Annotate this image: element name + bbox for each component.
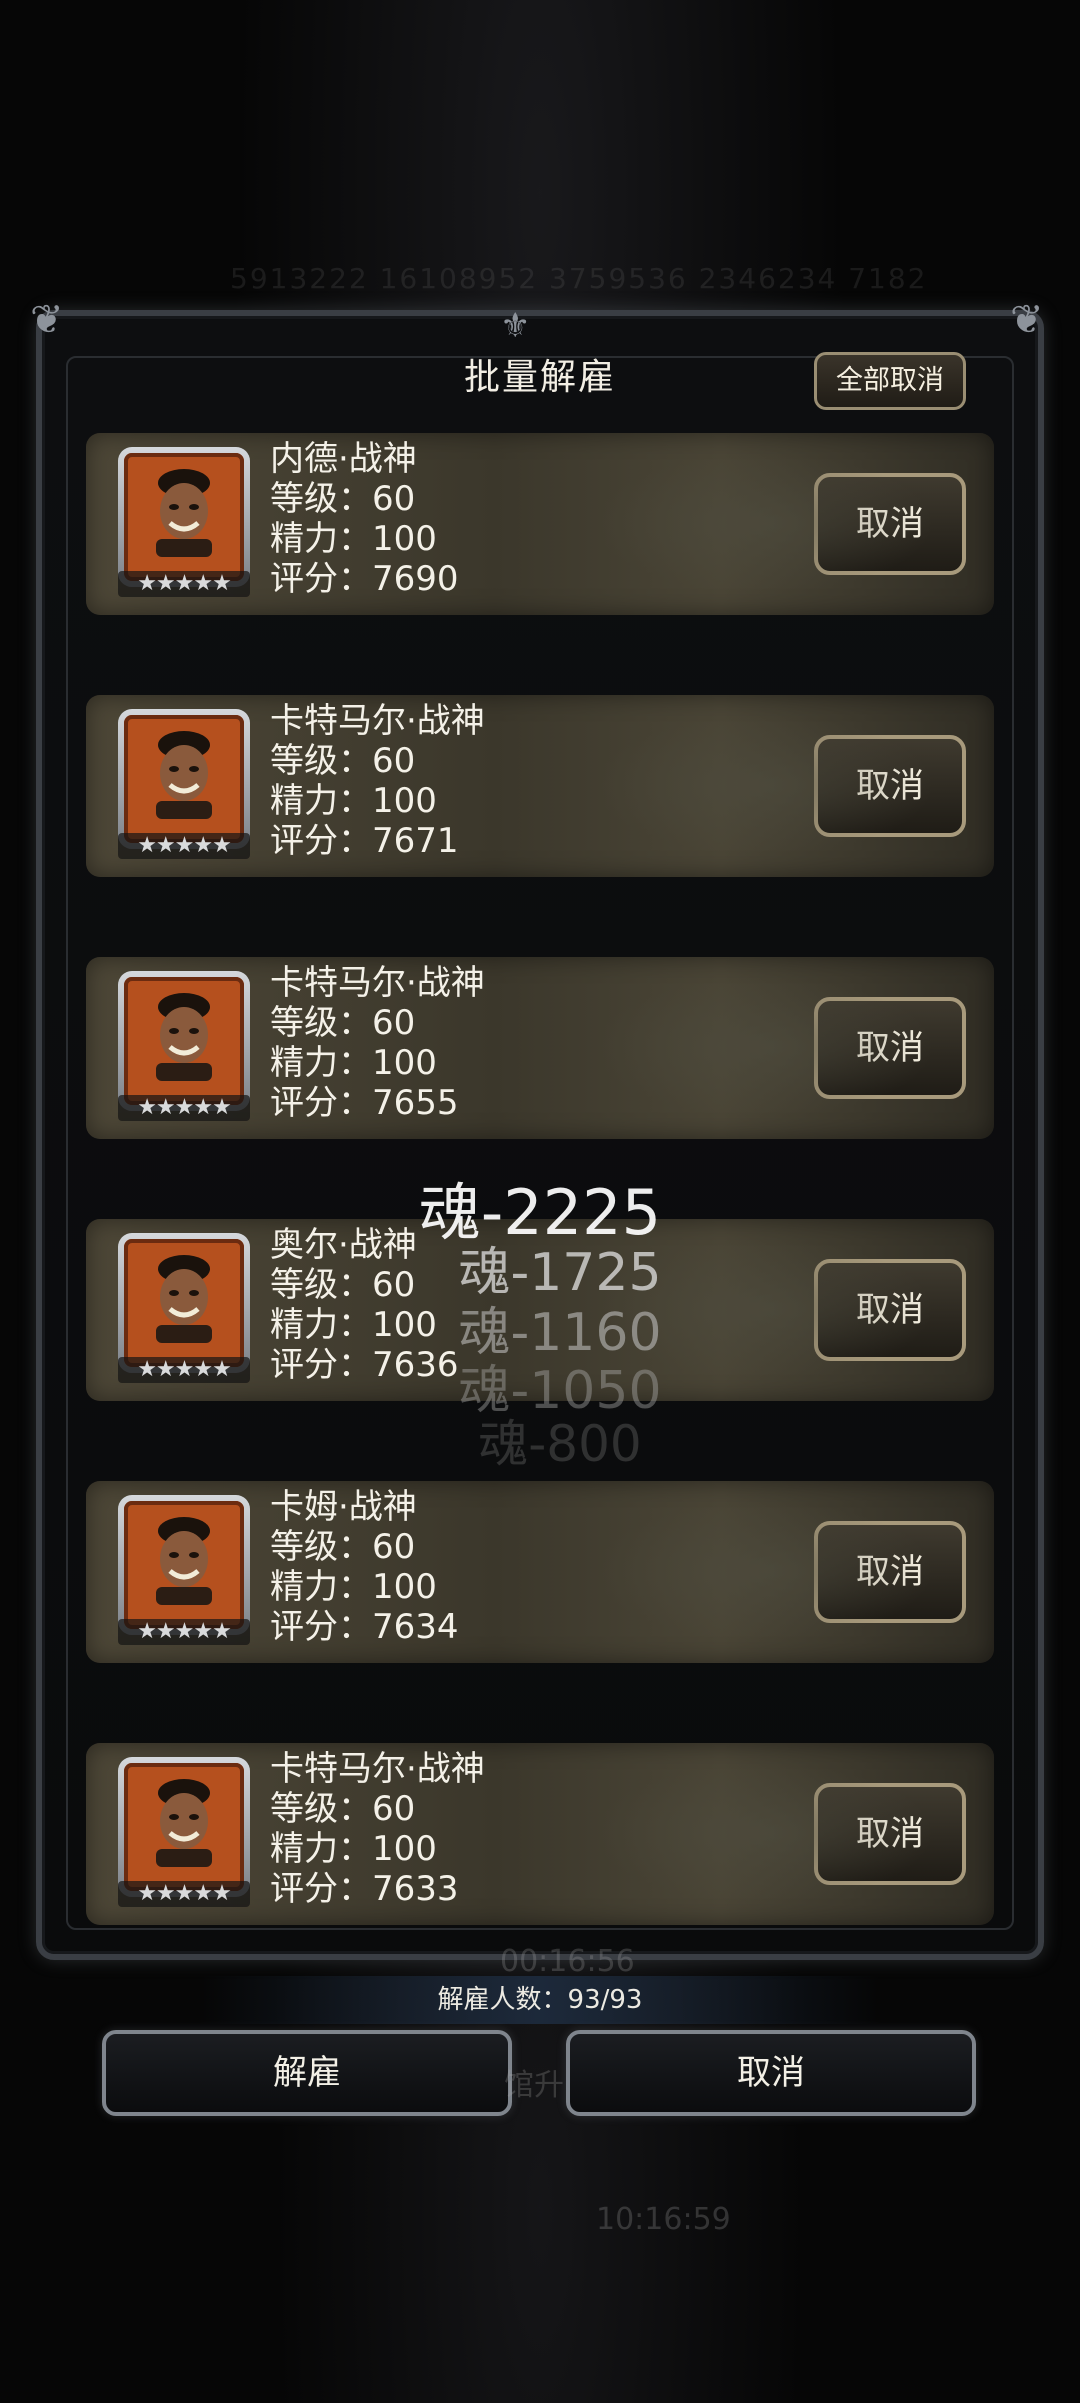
hero-face-icon [156, 1779, 212, 1867]
hero-name: 卡特马尔·战神 [270, 1749, 485, 1789]
hero-score: 评分：7655 [270, 1083, 459, 1123]
hero-level: 等级：60 [270, 479, 416, 519]
hero-portrait [118, 971, 250, 1111]
background-timer-2: 10:16:59 [596, 2202, 731, 2237]
avatar [124, 1763, 244, 1891]
hero-face-icon [156, 731, 212, 819]
star-rating: ★★★★★ [118, 1619, 250, 1645]
hero-info: 卡特马尔·战神 等级：60 精力：100 评分：7633 [270, 1749, 485, 1909]
cancel-button[interactable]: 取消 [814, 1521, 966, 1623]
hero-level: 等级：60 [270, 1003, 416, 1043]
cancel-button[interactable]: 取消 [814, 1783, 966, 1885]
hero-portrait [118, 1495, 250, 1635]
cancel-button[interactable]: 取消 [814, 735, 966, 837]
crest-ornament-icon: ⚜ [500, 306, 531, 346]
soul-popup: 魂-800 [478, 1415, 642, 1473]
corner-ornament-icon: ❦ [30, 297, 64, 343]
hero-level: 等级：60 [270, 1789, 416, 1829]
hero-name: 卡特马尔·战神 [270, 701, 485, 741]
star-rating: ★★★★★ [118, 1881, 250, 1907]
hero-energy: 精力：100 [270, 1043, 437, 1083]
background-stats-text: 5913222 16108952 3759536 2346234 7182 [230, 262, 928, 295]
hero-card: ★★★★★ 卡特马尔·战神 等级：60 精力：100 评分：7655 取消 [86, 957, 994, 1139]
hero-level: 等级：60 [270, 741, 416, 781]
background-timer: 00:16:56 [500, 1944, 635, 1979]
hero-portrait [118, 447, 250, 587]
hero-score: 评分：7690 [270, 559, 459, 599]
avatar [124, 715, 244, 843]
avatar [124, 1501, 244, 1629]
hero-card: ★★★★★ 卡特马尔·战神 等级：60 精力：100 评分：7633 取消 [86, 1743, 994, 1925]
hero-portrait [118, 1757, 250, 1897]
star-rating: ★★★★★ [118, 1095, 250, 1121]
hero-score: 评分：7671 [270, 821, 459, 861]
hero-info: 卡姆·战神 等级：60 精力：100 评分：7634 [270, 1487, 459, 1647]
hero-face-icon [156, 1517, 212, 1605]
hero-card: ★★★★★ 卡姆·战神 等级：60 精力：100 评分：7634 取消 [86, 1481, 994, 1663]
hero-info: 卡特马尔·战神 等级：60 精力：100 评分：7671 [270, 701, 485, 861]
hero-face-icon [156, 993, 212, 1081]
hero-card: ★★★★★ 卡特马尔·战神 等级：60 精力：100 评分：7671 取消 [86, 695, 994, 877]
hero-score: 评分：7633 [270, 1869, 459, 1909]
avatar [124, 453, 244, 581]
hero-level: 等级：60 [270, 1527, 416, 1567]
hero-info: 卡特马尔·战神 等级：60 精力：100 评分：7655 [270, 963, 485, 1123]
cancel-button[interactable]: 取消 [814, 997, 966, 1099]
dismiss-button[interactable]: 解雇 [102, 2030, 512, 2116]
cancel-button[interactable]: 取消 [814, 473, 966, 575]
hero-name: 内德·战神 [270, 439, 417, 479]
hero-portrait [118, 709, 250, 849]
hero-energy: 精力：100 [270, 1567, 437, 1607]
corner-ornament-icon: ❦ [1010, 297, 1044, 343]
background-partial-label: 馆升 [504, 2068, 564, 2103]
star-rating: ★★★★★ [118, 571, 250, 597]
hero-info: 内德·战神 等级：60 精力：100 评分：7690 [270, 439, 459, 599]
star-rating: ★★★★★ [118, 833, 250, 859]
hero-name: 卡姆·战神 [270, 1487, 417, 1527]
hero-energy: 精力：100 [270, 1829, 437, 1869]
close-button[interactable]: 取消 [566, 2030, 976, 2116]
avatar [124, 977, 244, 1105]
cancel-all-button[interactable]: 全部取消 [814, 352, 966, 410]
hero-face-icon [156, 469, 212, 557]
hero-energy: 精力：100 [270, 519, 437, 559]
hero-energy: 精力：100 [270, 781, 437, 821]
hero-score: 评分：7634 [270, 1607, 459, 1647]
hero-name: 卡特马尔·战神 [270, 963, 485, 1003]
hero-card: ★★★★★ 内德·战神 等级：60 精力：100 评分：7690 取消 [86, 433, 994, 615]
dismiss-count: 解雇人数：93/93 [200, 1976, 880, 2024]
